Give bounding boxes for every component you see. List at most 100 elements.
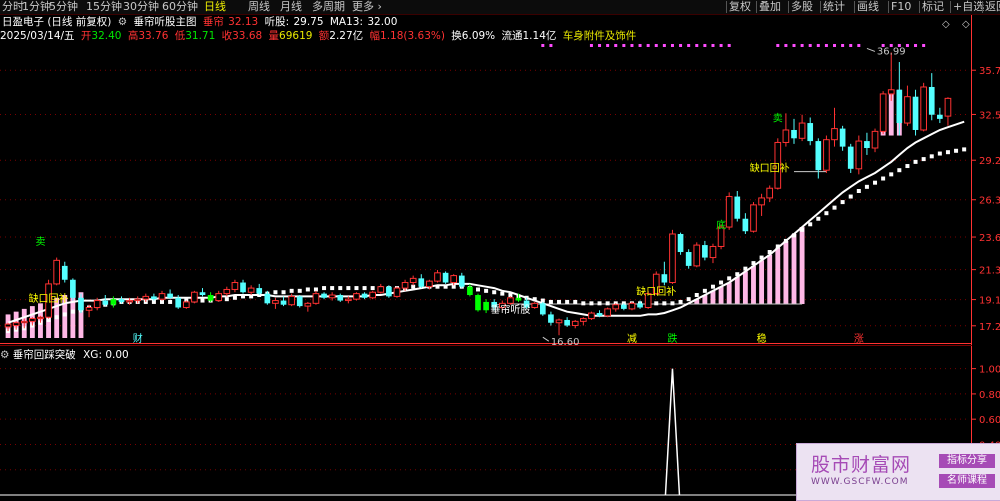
signal-dot [598,44,602,47]
chart-annotation: 缺口回补 [636,285,676,298]
signal-dot [719,44,723,47]
y-tick-label: 17.28 [979,322,1000,333]
diamond-icon: ◇ [962,19,970,30]
dot-line-point [913,159,918,164]
candle-body [442,272,449,283]
candle-body [418,278,425,287]
y-tick-label: 0.60 [979,415,1000,426]
candle-body [621,304,627,309]
signal-dot [638,44,642,47]
pink-bar [726,282,732,305]
candle-body [571,320,579,327]
candle-body [29,318,36,322]
y-tick-label: 23.68 [979,233,1000,244]
candle-body [393,287,401,297]
signal-dot [614,44,618,47]
candle-body [434,272,441,282]
dot-line-point [954,148,959,153]
dot-line-point [962,147,967,152]
dot-line-point [864,184,869,189]
signal-dot [792,44,796,47]
candle-body [515,297,522,301]
kline-chart[interactable]: 35.71 32.52 29.22 26.37 23.68 21.33 19.17 17.28… [0,0,1000,499]
dot-line-point [654,301,659,306]
candle-body [288,295,295,306]
candle-body [548,314,554,323]
candle-body [823,139,830,171]
candle-body [847,146,854,169]
candle-body [247,287,255,293]
candle-body [475,295,481,311]
pink-bar [759,260,765,305]
pink-bar [718,286,724,305]
y-tick-label: 29.22 [979,156,1000,167]
price-leader-line [542,336,550,342]
chart-annotation: 卖 [773,113,783,125]
gear-icon[interactable]: ⚙ [0,349,9,361]
candle-body [887,89,895,95]
candle-body [677,233,684,253]
dot-line-point [719,280,724,285]
candle-body [296,296,303,307]
dot-line-point [670,301,675,306]
dot-line-point [678,299,683,304]
candle-body [280,300,287,305]
pink-bar [742,271,748,305]
dot-line-point [330,286,335,291]
candle-body [110,299,117,305]
candle-body [467,286,473,296]
dot-line-point [273,290,278,295]
candle-body [871,130,879,149]
candle-body [531,302,539,308]
pink-bar [799,227,805,305]
chart-annotation: 缺口回补 [29,292,69,305]
watermark-url: WWW.GSCFW.COM [811,477,909,487]
candle-body [191,291,198,303]
dot-line-point [565,299,570,304]
dot-line-point [581,301,586,306]
dot-line-point [710,284,715,289]
candle-body [750,204,757,232]
signal-dot [662,44,666,47]
candle-body [734,196,741,219]
dot-line-point [597,301,602,306]
candle-body [151,296,157,300]
candle-body [61,265,68,280]
dot-line-point [662,301,667,306]
candle-body [386,286,392,297]
candle-body [118,299,125,302]
candle-body [904,96,911,124]
candle-body [345,298,352,302]
pink-bar [710,290,716,305]
candle-body [807,123,814,142]
dot-line-point [727,276,732,281]
candle-body [798,122,806,139]
candle-body [458,275,465,287]
y-tick-label: 21.33 [979,266,1000,277]
candle-body [272,300,279,304]
candle-body [685,252,692,266]
candle-body [628,302,636,310]
candle-body [661,274,668,283]
bottom-marker-label: 稳 [757,332,767,345]
chart-annotation: 缺口回补 [750,162,790,175]
signal-dot [670,44,674,47]
dot-line-point [476,287,480,292]
dot-line-point [848,194,853,199]
candle-body [937,114,943,119]
candle-body [401,282,409,289]
signal-dot [808,44,812,47]
candle-body [839,128,846,147]
candle-body [328,294,336,299]
dot-line-point [905,164,910,169]
candle-body [37,316,44,320]
dot-line-point [362,286,367,291]
candle-body [791,129,797,139]
candle-body [377,286,385,293]
dot-line-point [232,295,237,300]
pink-bar [775,247,781,305]
signal-dot [816,44,820,47]
indicator-panel-title[interactable]: 垂帘回踩突破 [13,349,76,361]
candle-body [78,297,84,311]
dot-line-point [548,299,553,304]
